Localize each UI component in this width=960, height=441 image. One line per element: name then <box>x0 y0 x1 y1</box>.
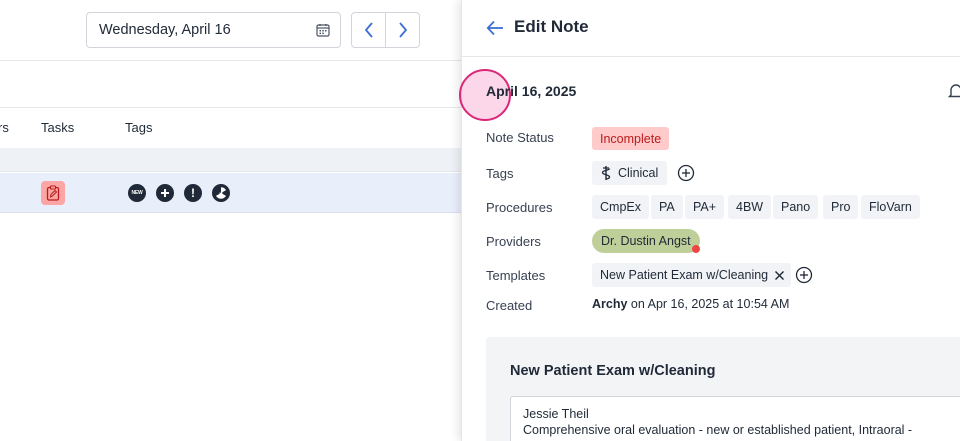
column-header-tags[interactable]: Tags <box>125 120 152 135</box>
panel-header: Edit Note <box>462 0 960 57</box>
note-patient-name: Jessie Theil <box>523 407 589 421</box>
table-group-row <box>0 148 461 172</box>
new-badge-icon[interactable]: NEW <box>128 184 146 202</box>
column-header-tasks[interactable]: Tasks <box>41 120 74 135</box>
procedure-chip[interactable]: FloVarn <box>861 195 920 219</box>
panel-title: Edit Note <box>514 17 589 36</box>
template-card-title: New Patient Exam w/Cleaning <box>510 363 716 379</box>
table-top-border <box>0 107 461 108</box>
status-badge[interactable]: Incomplete <box>592 127 670 150</box>
note-text-area[interactable]: Jessie Theil Comprehensive oral evaluati… <box>510 396 960 441</box>
date-picker-value: Wednesday, April 16 <box>99 22 231 38</box>
procedure-chip[interactable]: Pano <box>773 195 819 219</box>
provider-status-dot <box>692 245 700 253</box>
table-row[interactable] <box>0 173 461 213</box>
procedure-chip[interactable]: CmpEx <box>592 195 649 219</box>
templates-label: Templates <box>486 268 546 283</box>
chevron-right-icon <box>398 22 407 38</box>
procedure-chip[interactable]: Pro <box>823 195 859 219</box>
calendar-icon[interactable] <box>316 23 330 37</box>
arrow-left-icon[interactable] <box>485 18 505 38</box>
plus-circle-icon[interactable] <box>156 184 174 202</box>
clipboard-edit-icon <box>46 185 60 201</box>
created-by: Archy <box>592 297 628 311</box>
procedure-chip[interactable]: PA <box>651 195 683 219</box>
column-header-providers[interactable]: rs <box>0 120 9 135</box>
tag-chip-label: Clinical <box>618 166 659 180</box>
note-body-text: Comprehensive oral evaluation - new or e… <box>523 423 913 437</box>
procedures-label: Procedures <box>486 200 553 215</box>
toolbar-divider <box>0 60 461 61</box>
template-chip-label: New Patient Exam w/Cleaning <box>600 268 769 282</box>
add-tag-plus-circle-icon[interactable] <box>677 164 695 182</box>
radiation-icon[interactable] <box>212 184 230 202</box>
caduceus-icon <box>601 166 611 180</box>
next-day-button[interactable] <box>385 12 420 48</box>
tag-chip-clinical[interactable]: Clinical <box>592 161 668 185</box>
date-picker[interactable]: Wednesday, April 16 <box>86 12 341 48</box>
edit-note-panel: Edit Note April 16, 2025 Note Status Inc… <box>459 0 960 441</box>
exclamation-icon[interactable]: ! <box>184 184 202 202</box>
schedule-view: Wednesday, April 16 rs Tasks Tags NEW ! <box>0 0 461 441</box>
provider-chip[interactable]: Dr. Dustin Angst <box>592 229 700 253</box>
template-chip[interactable]: New Patient Exam w/Cleaning <box>592 263 792 287</box>
note-date: April 16, 2025 <box>486 83 577 99</box>
procedure-chip[interactable]: PA+ <box>685 195 725 219</box>
procedure-chip[interactable]: 4BW <box>728 195 772 219</box>
providers-label: Providers <box>486 234 541 249</box>
note-status-label: Note Status <box>486 130 554 145</box>
created-on: on Apr 16, 2025 at 10:54 AM <box>630 297 790 311</box>
previous-day-button[interactable] <box>351 12 386 48</box>
created-label: Created <box>486 298 533 313</box>
close-icon[interactable] <box>774 270 785 281</box>
bell-icon[interactable] <box>947 82 960 100</box>
task-clipboard-button[interactable] <box>41 181 65 205</box>
chevron-left-icon <box>364 22 373 38</box>
add-template-plus-circle-icon[interactable] <box>795 266 813 284</box>
created-info: Archy on Apr 16, 2025 at 10:54 AM <box>592 297 789 311</box>
tags-label: Tags <box>486 166 514 181</box>
template-card: New Patient Exam w/Cleaning Jessie Theil… <box>486 337 960 441</box>
